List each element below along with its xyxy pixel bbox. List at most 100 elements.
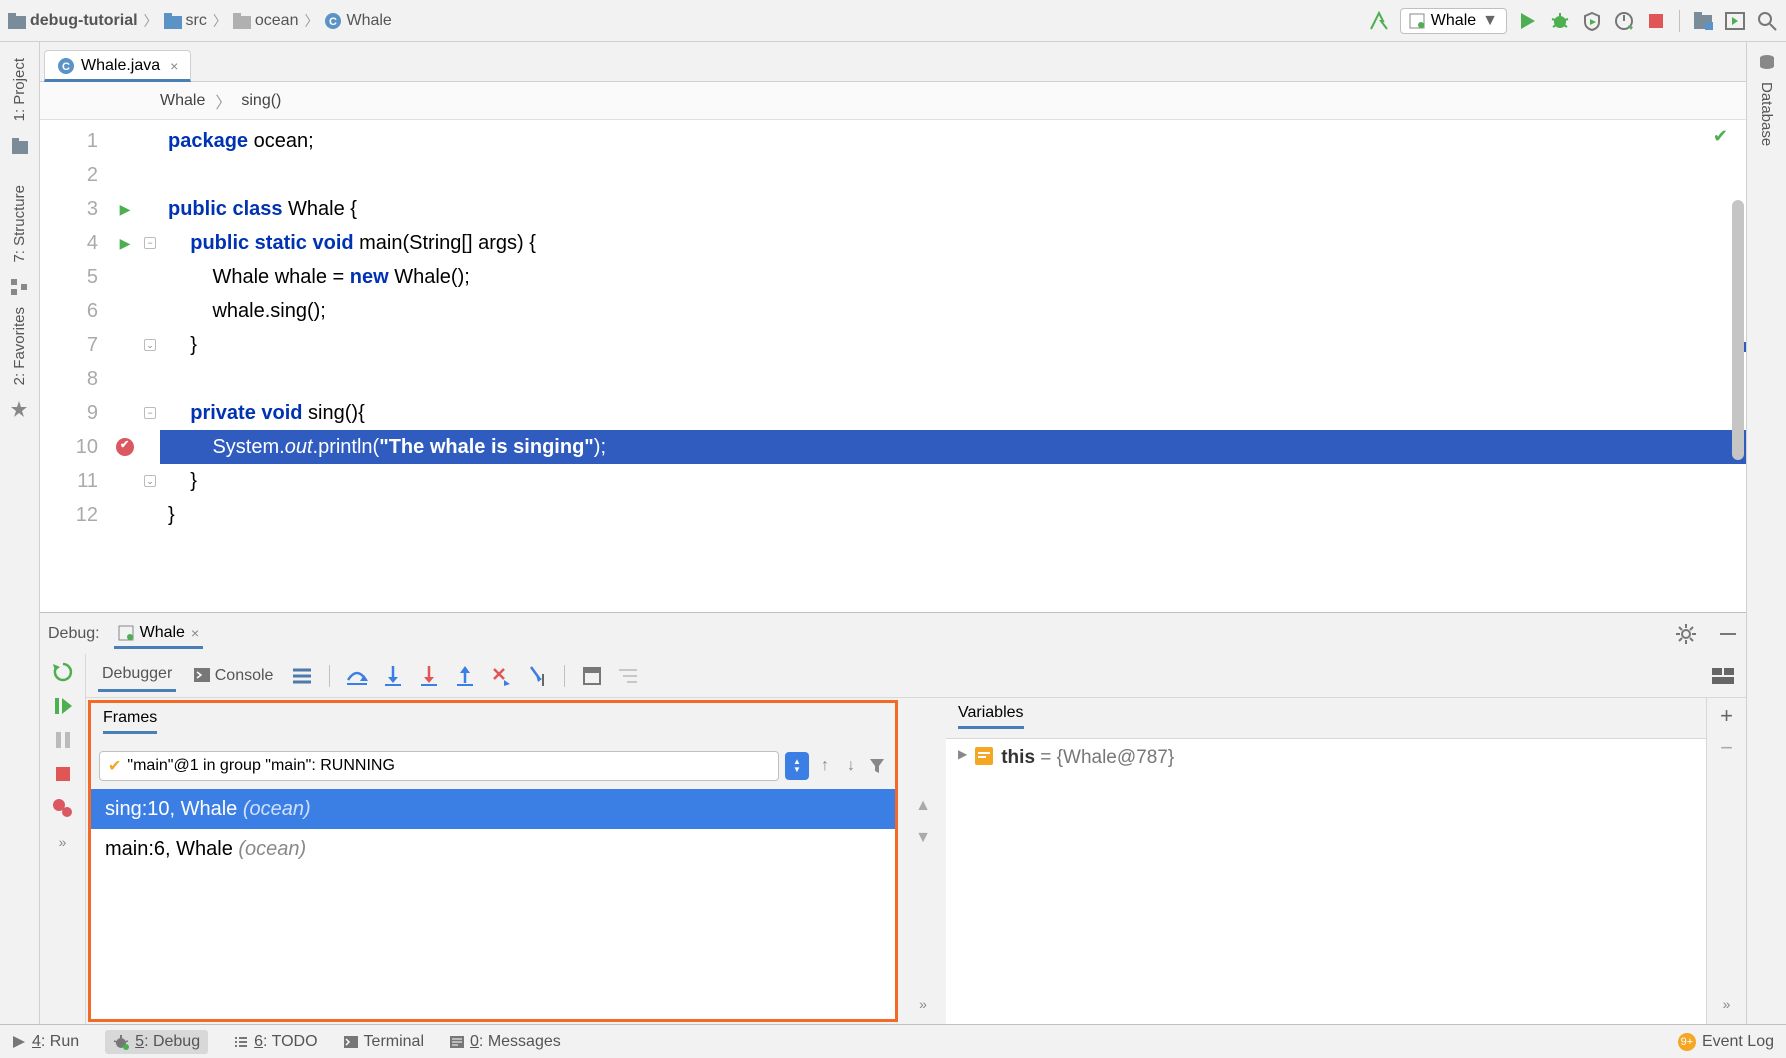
add-watch-icon[interactable]: +	[1715, 704, 1739, 728]
frames-title[interactable]: Frames	[103, 709, 157, 734]
line-number[interactable]: 2	[40, 158, 110, 192]
status-todo[interactable]: 6: TODO	[234, 1033, 317, 1051]
line-number[interactable]: 3	[40, 192, 110, 226]
pause-icon[interactable]	[51, 728, 75, 752]
line-number[interactable]: 11	[40, 464, 110, 498]
frame-item[interactable]: main:6, Whale (ocean)	[91, 829, 895, 869]
variables-tree[interactable]: ▶ this = {Whale@787}	[946, 738, 1706, 1024]
line-number[interactable]: 1	[40, 124, 110, 158]
line-number[interactable]: 7	[40, 328, 110, 362]
arrow-up-icon[interactable]: ↑	[815, 756, 835, 776]
status-event-log[interactable]: 9+ Event Log	[1678, 1033, 1774, 1051]
more-icon[interactable]: »	[51, 830, 75, 854]
drop-frame-icon[interactable]	[490, 665, 512, 687]
inspection-ok-icon[interactable]: ✔	[1713, 126, 1728, 147]
run-to-cursor-icon[interactable]	[526, 665, 548, 687]
code-editor[interactable]: 1 2 3 4 5 6 7 8 9 10 11 12 ▶ ▶	[40, 120, 1746, 612]
run-config-selector[interactable]: Whale ▼	[1400, 8, 1507, 34]
scroll-up-icon[interactable]: ▲	[911, 794, 935, 818]
gutter-breakpoint-column: ▶ ▶	[110, 120, 140, 612]
close-tab-icon[interactable]: ×	[170, 58, 178, 74]
debug-window-header: Debug: Whale ×	[40, 612, 1746, 654]
close-icon[interactable]: ×	[191, 625, 199, 641]
breadcrumb-item-class[interactable]: C Whale	[324, 12, 391, 30]
gutter-fold-column: − ⌄ − ⌄	[140, 120, 160, 612]
line-number[interactable]: 10	[40, 430, 110, 464]
status-run[interactable]: 4: Run	[12, 1033, 79, 1051]
step-over-icon[interactable]	[346, 665, 368, 687]
rerun-icon[interactable]	[51, 660, 75, 684]
breadcrumb-item-src[interactable]: src	[164, 12, 207, 30]
tool-window-structure[interactable]: 7: Structure	[11, 175, 28, 273]
more-icon[interactable]: »	[911, 992, 935, 1016]
line-number[interactable]: 6	[40, 294, 110, 328]
tool-window-database[interactable]: Database	[1758, 72, 1775, 156]
run-gutter-icon[interactable]: ▶	[120, 201, 131, 218]
fold-end-icon[interactable]: ⌄	[144, 339, 156, 351]
code-lines[interactable]: package ocean; public class Whale { publ…	[160, 120, 1746, 612]
run-gutter-icon[interactable]: ▶	[120, 235, 131, 252]
trace-icon[interactable]	[617, 665, 639, 687]
build-icon[interactable]	[1368, 10, 1390, 32]
line-number[interactable]: 9	[40, 396, 110, 430]
chevron-down-icon: ▼	[1482, 12, 1498, 30]
breadcrumb-item-project[interactable]: debug-tutorial	[8, 12, 138, 30]
expand-icon[interactable]: ▶	[958, 747, 967, 761]
profile-icon[interactable]	[1613, 10, 1635, 32]
fold-icon[interactable]: −	[144, 407, 156, 419]
line-number[interactable]: 4	[40, 226, 110, 260]
breakpoint-icon[interactable]	[116, 438, 134, 456]
minimize-icon[interactable]	[1718, 624, 1738, 644]
chevron-right-icon: 〉	[144, 11, 158, 31]
thread-selector[interactable]: ✔ "main"@1 in group "main": RUNNING	[99, 751, 779, 781]
status-messages[interactable]: 0: Messages	[450, 1033, 561, 1051]
line-number[interactable]: 8	[40, 362, 110, 396]
search-icon[interactable]	[1756, 10, 1778, 32]
threads-icon[interactable]	[291, 665, 313, 687]
view-breakpoints-icon[interactable]	[51, 796, 75, 820]
status-debug[interactable]: 5: Debug	[105, 1030, 208, 1054]
stop-icon[interactable]	[51, 762, 75, 786]
frame-item[interactable]: sing:10, Whale (ocean)	[91, 789, 895, 829]
scroll-down-icon[interactable]: ▼	[911, 826, 935, 850]
chevron-right-icon: 〉	[213, 11, 227, 31]
scrollbar-thumb[interactable]	[1732, 200, 1744, 460]
thread-dropdown-icon[interactable]: ▲▼	[785, 752, 809, 780]
resume-icon[interactable]	[51, 694, 75, 718]
tool-window-favorites[interactable]: 2: Favorites	[11, 297, 28, 395]
filter-icon[interactable]	[867, 756, 887, 776]
crumb-class[interactable]: Whale	[160, 92, 205, 110]
layout-settings-icon[interactable]	[1712, 665, 1734, 687]
class-icon: C	[57, 57, 75, 75]
fold-end-icon[interactable]: ⌄	[144, 475, 156, 487]
crumb-method[interactable]: sing()	[241, 92, 281, 110]
step-into-icon[interactable]	[382, 665, 404, 687]
gear-icon[interactable]	[1676, 624, 1696, 644]
line-number[interactable]: 5	[40, 260, 110, 294]
tool-window-project[interactable]: 1: Project	[11, 48, 28, 131]
variables-title[interactable]: Variables	[958, 704, 1024, 729]
coverage-icon[interactable]	[1581, 10, 1603, 32]
evaluate-icon[interactable]	[581, 665, 603, 687]
debug-session-tab[interactable]: Whale ×	[114, 618, 204, 649]
project-structure-icon[interactable]	[1692, 10, 1714, 32]
list-icon	[234, 1035, 248, 1049]
breadcrumb-item-ocean[interactable]: ocean	[233, 12, 299, 30]
status-terminal[interactable]: Terminal	[344, 1033, 424, 1051]
search-everywhere-icon[interactable]	[1724, 10, 1746, 32]
line-number[interactable]: 12	[40, 498, 110, 532]
tab-debugger[interactable]: Debugger	[98, 659, 176, 692]
file-tab-label: Whale.java	[81, 57, 160, 75]
run-icon[interactable]	[1517, 10, 1539, 32]
tab-console[interactable]: Console	[190, 661, 277, 691]
arrow-down-icon[interactable]: ↓	[841, 756, 861, 776]
stop-icon[interactable]	[1645, 10, 1667, 32]
step-out-icon[interactable]	[454, 665, 476, 687]
fold-icon[interactable]: −	[144, 237, 156, 249]
file-tab[interactable]: C Whale.java ×	[44, 50, 191, 82]
database-icon	[1758, 54, 1776, 72]
force-step-into-icon[interactable]	[418, 665, 440, 687]
debug-icon[interactable]	[1549, 10, 1571, 32]
remove-watch-icon[interactable]: −	[1715, 736, 1739, 760]
more-icon[interactable]: »	[1715, 992, 1739, 1016]
